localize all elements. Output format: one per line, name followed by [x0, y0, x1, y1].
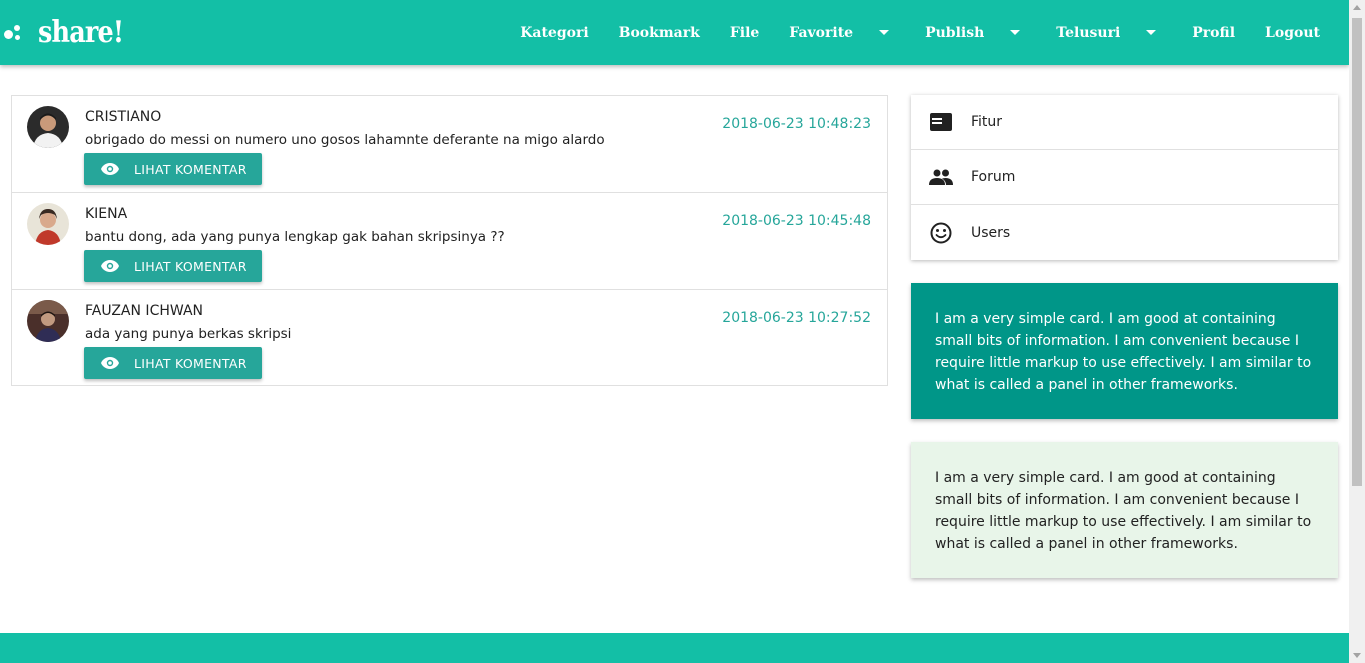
post-text: ada yang punya berkas skripsi [85, 326, 292, 342]
scroll-up-arrow-icon[interactable] [1353, 5, 1361, 10]
nav-label: Bookmark [618, 24, 700, 41]
eye-icon [101, 163, 119, 175]
brand-name: share! [38, 15, 124, 50]
side-menu-item-fitur[interactable]: Fitur [911, 95, 1338, 150]
top-navbar: share! Kategori Bookmark File Favorite P… [0, 0, 1349, 65]
nav-item-telusuri[interactable]: Telusuri [1041, 25, 1177, 41]
post-item: FAUZAN ICHWAN ada yang punya berkas skri… [12, 290, 887, 385]
brand-logo[interactable]: share! [4, 15, 138, 50]
post-list: CRISTIANO obrigado do messi on numero un… [11, 95, 888, 386]
post-author: KIENA [85, 206, 128, 222]
eye-icon [101, 357, 119, 369]
side-menu: Fitur Forum Users [911, 95, 1338, 260]
info-card-light: I am a very simple card. I am good at co… [911, 442, 1338, 578]
card-text: I am a very simple card. I am good at co… [935, 470, 1312, 552]
nav-label: File [729, 24, 760, 41]
post-item: CRISTIANO obrigado do messi on numero un… [12, 96, 887, 193]
post-author: CRISTIANO [85, 109, 162, 125]
nav-item-profil[interactable]: Profil [1177, 25, 1250, 41]
menu-label: Forum [971, 169, 1016, 185]
card-text: I am a very simple card. I am good at co… [935, 311, 1312, 393]
post-timestamp: 2018-06-23 10:27:52 [722, 310, 871, 326]
button-label: LIHAT KOMENTAR [134, 161, 247, 177]
nav-item-favorite[interactable]: Favorite [774, 25, 910, 41]
nav-label: Favorite [789, 24, 854, 41]
nav-label: Logout [1265, 24, 1320, 41]
scroll-down-arrow-icon[interactable] [1353, 653, 1361, 658]
nav-item-bookmark[interactable]: Bookmark [604, 25, 715, 41]
side-menu-item-forum[interactable]: Forum [911, 150, 1338, 205]
web-icon [929, 110, 953, 134]
vertical-scrollbar[interactable] [1349, 0, 1365, 663]
post-text: bantu dong, ada yang punya lengkap gak b… [85, 229, 505, 245]
post-timestamp: 2018-06-23 10:48:23 [722, 116, 871, 132]
scroll-thumb[interactable] [1352, 18, 1362, 486]
menu-label: Fitur [971, 114, 1003, 130]
nav-item-kategori[interactable]: Kategori [505, 25, 603, 41]
caret-down-icon [1010, 30, 1021, 35]
nav-label: Telusuri [1056, 24, 1121, 41]
lihat-komentar-button[interactable]: LIHAT KOMENTAR [84, 347, 262, 379]
nav-item-file[interactable]: File [715, 25, 774, 41]
footer-bar [0, 633, 1349, 663]
nav-links: Kategori Bookmark File Favorite Publish … [505, 0, 1335, 65]
info-card-teal: I am a very simple card. I am good at co… [911, 283, 1338, 419]
smiley-icon [929, 221, 953, 245]
post-author: FAUZAN ICHWAN [85, 303, 203, 319]
menu-label: Users [971, 224, 1011, 241]
nav-label: Kategori [520, 24, 589, 41]
caret-down-icon [879, 30, 890, 35]
eye-icon [101, 260, 119, 272]
post-text: obrigado do messi on numero uno gosos la… [85, 132, 605, 148]
avatar[interactable] [27, 106, 69, 148]
post-timestamp: 2018-06-23 10:45:48 [722, 213, 871, 229]
brand-dots-icon [4, 23, 24, 43]
post-item: KIENA bantu dong, ada yang punya lengkap… [12, 193, 887, 290]
avatar[interactable] [27, 300, 69, 342]
button-label: LIHAT KOMENTAR [134, 258, 247, 274]
lihat-komentar-button[interactable]: LIHAT KOMENTAR [84, 153, 262, 185]
nav-label: Profil [1192, 24, 1236, 41]
people-icon [929, 165, 953, 189]
nav-item-publish[interactable]: Publish [910, 25, 1041, 41]
caret-down-icon [1146, 30, 1157, 35]
nav-label: Publish [925, 24, 985, 41]
avatar[interactable] [27, 203, 69, 245]
lihat-komentar-button[interactable]: LIHAT KOMENTAR [84, 250, 262, 282]
side-menu-item-users[interactable]: Users [911, 205, 1338, 260]
button-label: LIHAT KOMENTAR [134, 355, 247, 371]
nav-item-logout[interactable]: Logout [1250, 25, 1335, 41]
